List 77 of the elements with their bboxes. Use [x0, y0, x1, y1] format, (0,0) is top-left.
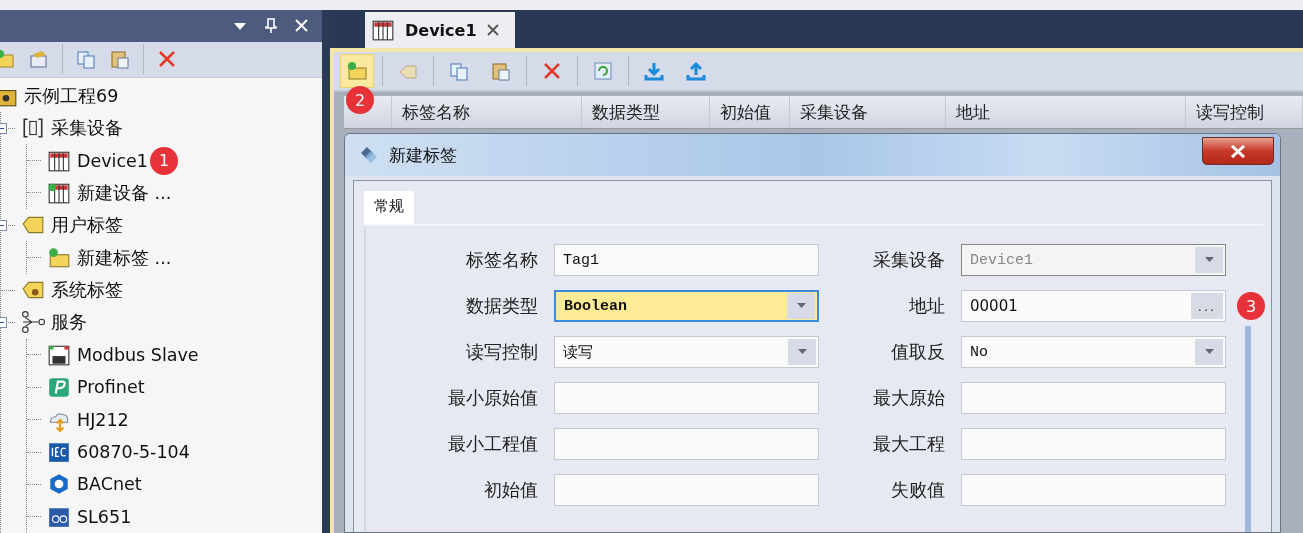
dropdown-field[interactable]: Boolean [554, 290, 819, 322]
field-label: 标签名称 [465, 248, 538, 272]
caret-icon [1204, 349, 1214, 355]
tree-item[interactable]: 采集设备 [51, 116, 123, 141]
input-field[interactable] [554, 474, 819, 506]
device-grid-icon [371, 18, 395, 42]
tree-item[interactable]: 60870-5-104 [77, 442, 190, 462]
field-label: 初始值 [483, 478, 538, 502]
column-header[interactable]: 读写控制 [1185, 96, 1303, 128]
close-icon [1230, 144, 1246, 158]
browse-button[interactable]: ... [1191, 293, 1223, 319]
pin-icon[interactable] [265, 17, 277, 34]
field-label: 地址 [908, 294, 945, 318]
dialog-title: 新建标签 [389, 143, 457, 167]
column-header[interactable]: 采集设备 [789, 96, 947, 128]
paste-icon [109, 48, 131, 71]
tag-plus-icon [346, 60, 368, 82]
input-field[interactable]: 00001 ... [961, 290, 1226, 322]
input-field[interactable] [961, 382, 1226, 414]
field-label: 数据类型 [465, 294, 538, 318]
field-label: 失败值 [890, 478, 945, 502]
tree-item[interactable]: Device1 [77, 150, 148, 171]
caret-icon [1204, 257, 1214, 263]
folder-plus-icon [0, 48, 16, 71]
field-label: 值取反 [890, 340, 945, 364]
download-icon [643, 60, 665, 82]
input-field[interactable] [961, 474, 1226, 506]
diamond-logo-icon [359, 145, 379, 165]
refresh-icon [592, 60, 614, 82]
tree-item[interactable]: HJ212 [77, 409, 129, 430]
tree-item[interactable]: SL651 [77, 506, 132, 527]
step-badge: 3 [1237, 292, 1265, 320]
column-header[interactable]: 标签名称 [391, 96, 583, 128]
caret-icon [797, 349, 807, 355]
tree-item[interactable]: 新建标签 ... [77, 245, 172, 270]
close-button[interactable] [1202, 137, 1274, 165]
dropdown-field[interactable]: 读写 [554, 336, 819, 368]
tree-item[interactable]: 示例工程69 [24, 83, 119, 108]
paste-icon [490, 60, 512, 82]
dropdown-field[interactable]: No [961, 336, 1226, 368]
iec-logo-icon [47, 440, 71, 464]
input-field[interactable] [554, 428, 819, 460]
tree-item[interactable]: Modbus Slave [77, 344, 199, 365]
p-logo-icon [47, 375, 71, 400]
document-tab[interactable]: Device1 [365, 12, 515, 48]
field-label: 读写控制 [465, 340, 538, 364]
copy-icon [448, 60, 470, 82]
tree-item[interactable]: 用户标签 [51, 213, 123, 238]
column-header[interactable]: 初始值 [709, 96, 790, 128]
branch-icon [21, 310, 45, 335]
tree-item[interactable]: BACnet [77, 474, 142, 495]
properties-icon [28, 48, 50, 71]
dialog-tab[interactable]: 常规 [364, 191, 414, 224]
caret-icon [796, 303, 806, 309]
step-badge: 1 [150, 146, 178, 175]
tree-item[interactable]: 新建设备 ... [77, 180, 172, 205]
tree-item[interactable]: 系统标签 [51, 278, 123, 303]
input-field[interactable] [554, 382, 819, 414]
input-field[interactable] [961, 428, 1226, 460]
field-label: 最小工程值 [447, 432, 538, 456]
dropdown-icon[interactable] [233, 20, 247, 31]
field-label: 最大原始 [872, 386, 945, 410]
column-header[interactable]: 地址 [946, 96, 1186, 128]
field-label: 最大工程 [872, 432, 945, 456]
bracket-device-icon [21, 116, 45, 141]
tag-plus-icon [47, 245, 71, 270]
hexagon-icon [47, 472, 71, 497]
column-header[interactable]: 数据类型 [582, 96, 710, 128]
tree-item[interactable]: Profinet [77, 377, 145, 398]
field-label: 采集设备 [872, 248, 945, 272]
field-label: 最小原始值 [447, 386, 538, 410]
tree-item[interactable]: 服务 [51, 310, 87, 335]
toolbar-button[interactable] [340, 54, 374, 88]
upload-icon [685, 60, 707, 82]
copy-icon [75, 48, 97, 71]
close-icon[interactable] [486, 24, 499, 36]
input-field[interactable]: Tag1 [554, 244, 819, 276]
